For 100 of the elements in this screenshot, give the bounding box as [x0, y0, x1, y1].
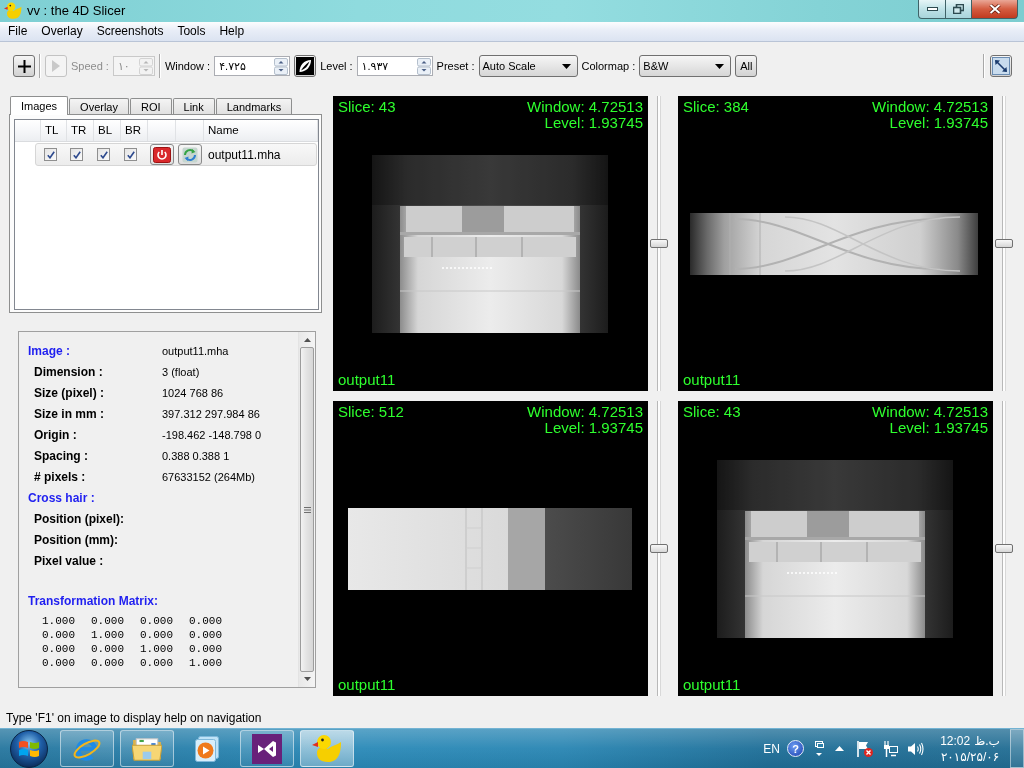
checkbox[interactable] [124, 148, 137, 161]
all-button[interactable]: All [735, 55, 758, 77]
column-header: TL [45, 124, 59, 136]
crosshair-button[interactable] [13, 55, 35, 77]
scroll-down-icon[interactable] [303, 677, 311, 681]
network-icon[interactable] [883, 740, 898, 757]
checkbox[interactable] [44, 148, 57, 161]
power-icon [153, 146, 171, 163]
caret-icon [561, 63, 571, 69]
level-spinbox[interactable]: ۱.۹۳۷ [356, 56, 433, 76]
window-label: Window : [164, 60, 211, 72]
window-title: vv : the 4D Slicer [27, 2, 126, 20]
crosshair-icon [17, 59, 31, 73]
tab[interactable]: Landmarks [215, 98, 293, 114]
preset-label: Preset : [436, 60, 475, 72]
window-icon[interactable] [814, 740, 824, 757]
tab[interactable]: Overlay [69, 98, 129, 114]
speaker-icon[interactable] [908, 741, 924, 756]
reload-button[interactable] [178, 144, 202, 165]
menu-item[interactable]: File [1, 22, 35, 41]
fullscreen-button[interactable] [990, 55, 1012, 77]
maximize-button[interactable] [946, 0, 972, 19]
checkmark-icon [46, 150, 55, 159]
clock-period[interactable]: ب.ظ [974, 733, 1000, 748]
image-name: output11 [683, 677, 741, 693]
slice-number: Slice: 43 [683, 404, 741, 420]
flag-icon[interactable] [857, 740, 873, 757]
field-value: 397.312 297.984 86 [162, 407, 260, 420]
show-desktop-button[interactable] [1010, 729, 1024, 768]
help-button[interactable]: ? [787, 740, 804, 757]
checkbox[interactable] [70, 148, 83, 161]
slice-number: Slice: 43 [338, 99, 396, 115]
clock-time[interactable]: 12:02 [940, 733, 971, 748]
matrix-cell: 0.000 [91, 614, 124, 628]
speed-label: Speed : [71, 60, 109, 72]
invert-button[interactable] [294, 55, 317, 77]
close-button[interactable] [972, 0, 1018, 19]
spin-arrows-icon[interactable] [416, 57, 431, 75]
field-label: Pixel value : [34, 553, 104, 568]
level-label: Level : [320, 60, 353, 72]
window-spinbox[interactable]: ۴.۷۲۵ [214, 56, 291, 76]
close-image-button[interactable] [150, 144, 174, 165]
section-title: Cross hair : [28, 490, 95, 505]
clock-date[interactable]: ۲۰۱۵/۲۵/۰۶ [940, 749, 1000, 764]
field-value: 0.388 0.388 1 [162, 449, 230, 462]
column-header: Name [208, 124, 239, 136]
language-indicator[interactable]: EN [763, 741, 780, 756]
taskbar-button[interactable] [120, 730, 174, 767]
scroll-up-icon[interactable] [303, 338, 311, 342]
matrix-cell: 1.000 [189, 656, 222, 670]
play-icon [52, 60, 60, 72]
slider-handle[interactable] [995, 239, 1013, 248]
matrix-cell: 1.000 [91, 628, 124, 642]
field-label: Size (pixel) : [34, 385, 104, 400]
table-row[interactable]: output11.mha [35, 143, 317, 166]
field-label: Position (mm): [34, 532, 118, 547]
field-value: output11.mha [162, 344, 229, 357]
preset-dropdown[interactable]: Auto Scale [478, 55, 578, 77]
scrollbar-thumb[interactable] [300, 347, 314, 672]
field-label: Dimension : [34, 364, 103, 379]
contrast-icon [296, 57, 315, 75]
image-name: output11 [338, 372, 396, 388]
tab[interactable]: Images [10, 96, 69, 115]
slider-handle[interactable] [650, 544, 668, 553]
field-value: -198.462 -148.798 0 [162, 428, 262, 441]
menu-item[interactable]: Tools [170, 22, 213, 41]
checkmark-icon [72, 150, 81, 159]
matrix-cell: 0.000 [42, 656, 75, 670]
up-arrow-icon[interactable] [835, 746, 844, 751]
slice-number: Slice: 512 [338, 404, 404, 420]
matrix-cell: 1.000 [42, 614, 75, 628]
image-viewer[interactable]: Slice: 43 Window: 4.72513 Level: 1.93745 output11 [678, 401, 993, 696]
menu-item[interactable]: Overlay [34, 22, 90, 41]
scrollbar[interactable] [298, 332, 315, 687]
level-reading: Level: 1.93745 [544, 115, 643, 131]
checkbox[interactable] [97, 148, 110, 161]
taskbar-button[interactable] [240, 730, 294, 767]
field-label: Spacing : [34, 448, 88, 463]
menu-item[interactable]: Help [212, 22, 252, 41]
tab[interactable]: ROI [130, 98, 172, 114]
field-value: 67633152 (264Mb) [162, 470, 255, 483]
status-text: Type 'F1' on image to display help on navigation [5, 710, 263, 727]
slider-handle[interactable] [650, 239, 668, 248]
spin-arrows-icon[interactable] [274, 57, 289, 75]
matrix-cell: 0.000 [91, 656, 124, 670]
tab[interactable]: Link [172, 98, 215, 114]
menu-item[interactable]: Screenshots [89, 22, 171, 41]
field-label: # pixels : [34, 469, 86, 484]
level-reading: Level: 1.93745 [544, 420, 643, 436]
matrix-cell: 1.000 [140, 642, 173, 656]
colormap-dropdown[interactable]: B&W [639, 55, 732, 77]
matrix-cell: 0.000 [91, 642, 124, 656]
minimize-button[interactable] [918, 0, 946, 19]
column-header: BR [125, 124, 141, 136]
window-reading: Window: 4.72513 [527, 404, 643, 420]
slider-handle[interactable] [995, 544, 1013, 553]
checkmark-icon [126, 150, 135, 159]
image-viewer[interactable]: Slice: 512 Window: 4.72513 Level: 1.93745 output11 [333, 401, 648, 696]
image-name: output11 [338, 677, 396, 693]
bowtie-logo-icon [252, 733, 282, 764]
